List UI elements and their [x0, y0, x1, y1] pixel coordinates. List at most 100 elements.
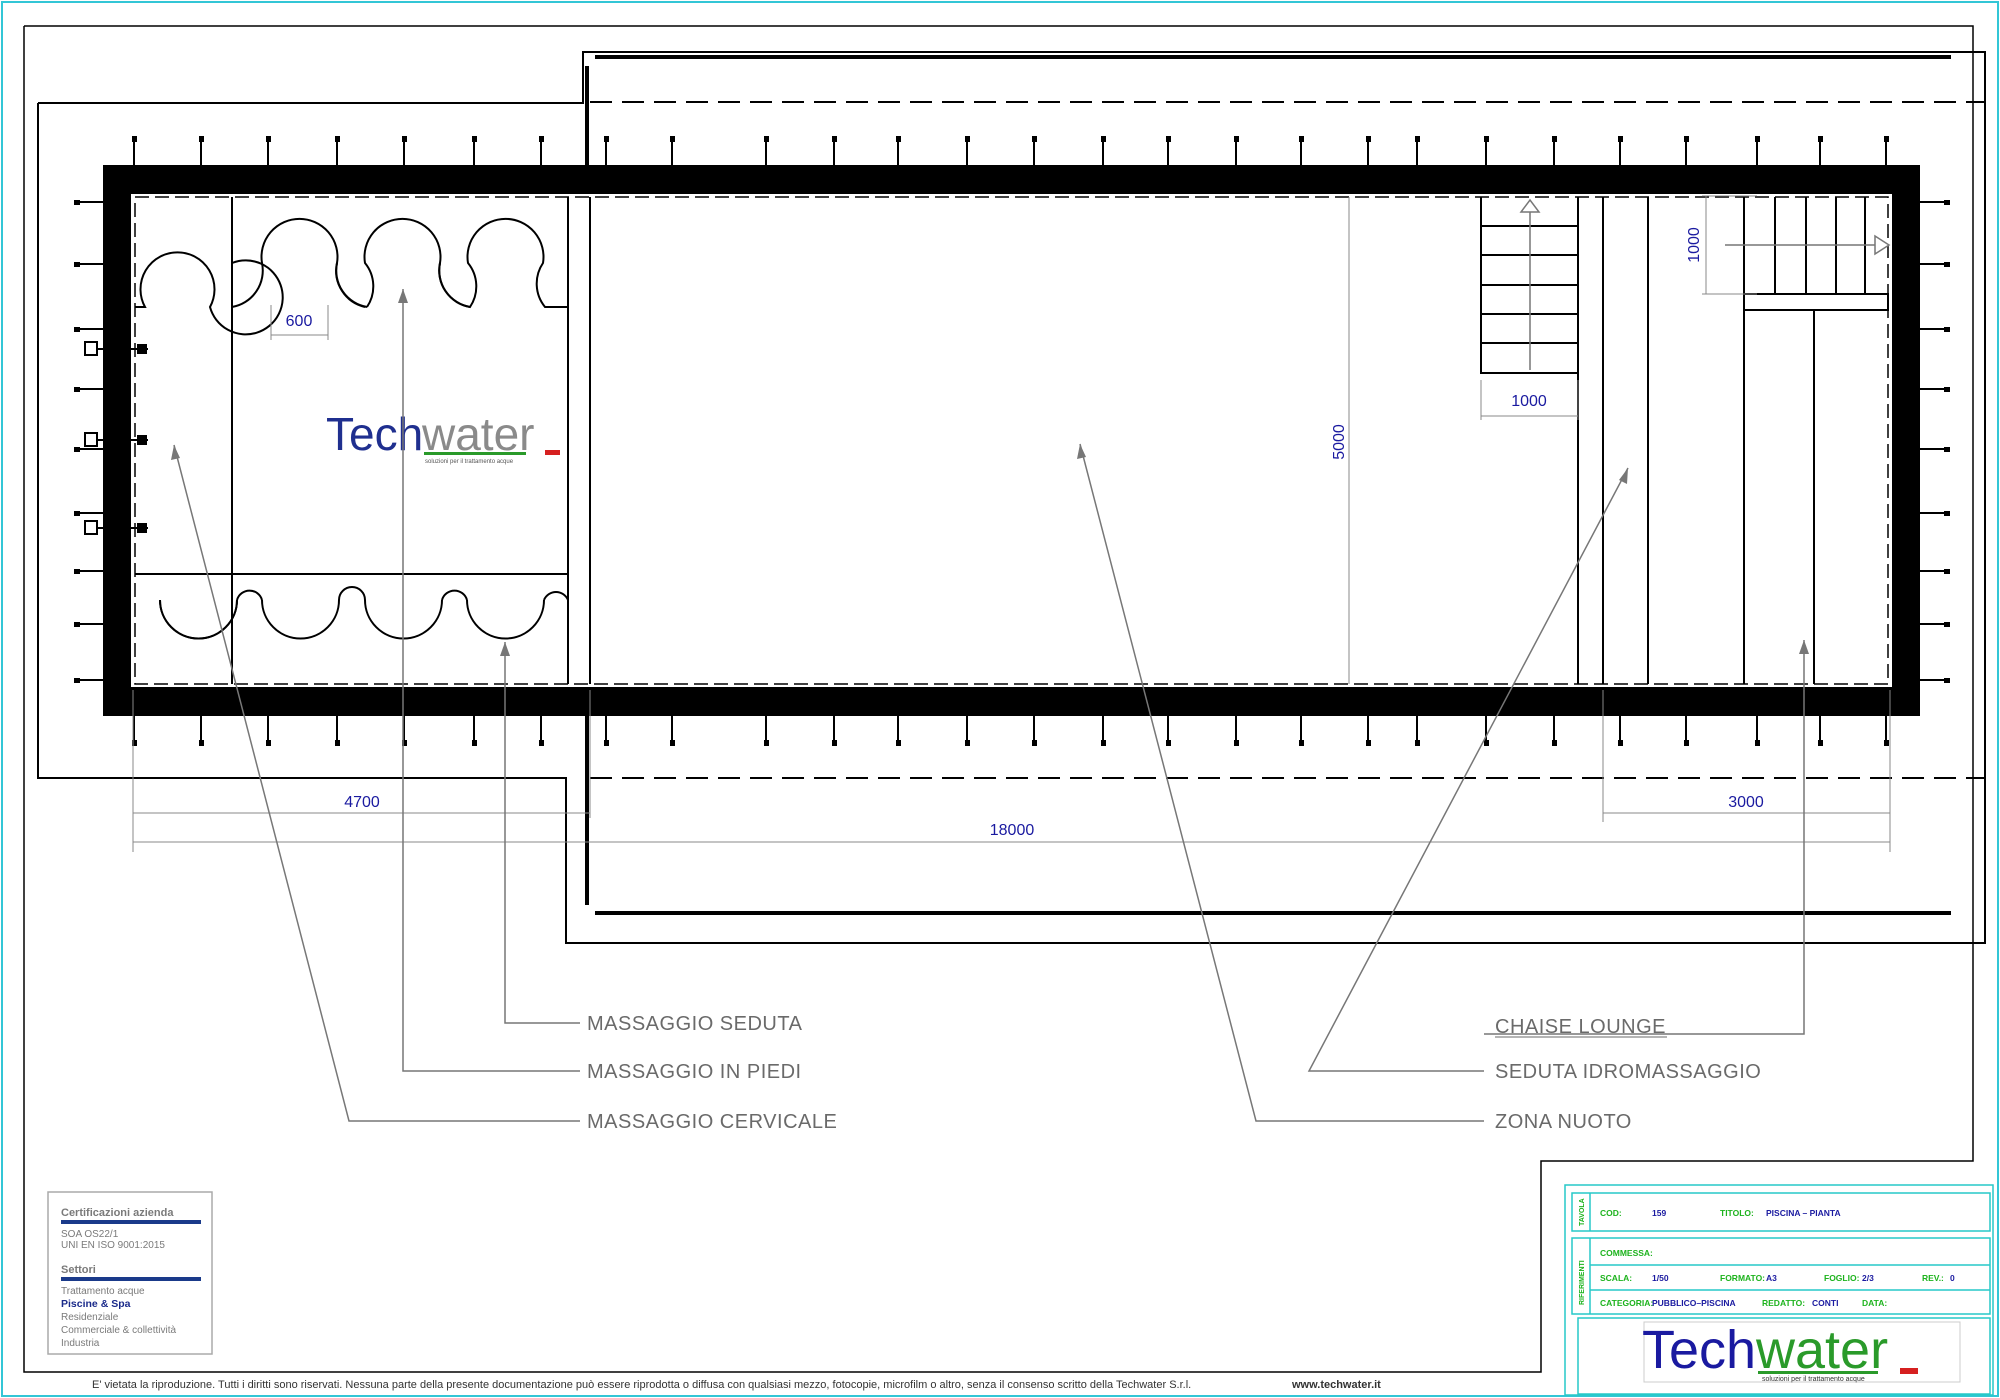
tb-rev-value: 0 [1950, 1273, 1955, 1283]
tb-scala-label: SCALA: [1600, 1273, 1632, 1283]
title-block-logo: Tech water soluzioni per il trattamento … [1642, 1320, 1961, 1383]
wall-tick-cap [1366, 740, 1371, 746]
wall-tick-cap [1944, 511, 1950, 516]
pool-plan-drawing: 600 1000 1000 5000 4700 18000 3000 Tech … [1, 1, 1999, 1397]
svg-text:Trattamento acque: Trattamento acque [61, 1286, 145, 1297]
wall-tick-cap [1415, 740, 1420, 746]
wall-tick-cap [74, 569, 80, 574]
svg-text:Commerciale & collettività: Commerciale & collettività [61, 1325, 176, 1336]
wall-tick-cap [1944, 678, 1950, 683]
svg-text:Certificazioni azienda: Certificazioni azienda [61, 1207, 174, 1219]
dim-600: 600 [286, 313, 313, 330]
certifications-box: Certificazioni azienda SOA OS22/1 UNI EN… [47, 1191, 213, 1355]
tb-foglio-value: 2/3 [1862, 1273, 1874, 1283]
wall-tick-cap [1552, 136, 1557, 142]
svg-text:Tech: Tech [326, 408, 423, 460]
tb-formato-label: FORMATO: [1720, 1273, 1765, 1283]
svg-text:Settori: Settori [61, 1264, 96, 1276]
tb-data-label: DATA: [1862, 1298, 1887, 1308]
wall-tick-cap [1884, 740, 1889, 746]
svg-text:soluzioni per il trattamento a: soluzioni per il trattamento acque [1762, 1376, 1865, 1383]
wall-tick-cap [1032, 136, 1037, 142]
tb-commessa-label: COMMESSA: [1600, 1248, 1653, 1258]
wall-tick-cap [472, 136, 477, 142]
wall-tick-cap [1166, 740, 1171, 746]
wall-tick-cap [896, 136, 901, 142]
wall-tick-cap [1944, 387, 1950, 392]
wall-tick-cap [832, 136, 837, 142]
tb-cod-label: COD: [1600, 1208, 1622, 1218]
tb-side-riferimenti: RIFERIMENTI [1579, 1260, 1586, 1305]
wall-tick-cap [1032, 740, 1037, 746]
wall-tick-cap [74, 678, 80, 683]
wall-tick-cap [472, 740, 477, 746]
wall-tick-cap [266, 740, 271, 746]
wall-tick-cap [1755, 136, 1760, 142]
wall-tick-cap [604, 136, 609, 142]
footer-website: www.techwater.it [1291, 1379, 1381, 1391]
wall-tick-cap [764, 136, 769, 142]
wall-tick-cap [1884, 136, 1889, 142]
wall-tick-cap [670, 136, 675, 142]
wall-tick-cap [74, 447, 80, 452]
wall-tick-cap [132, 136, 137, 142]
wall-tick-cap [1944, 447, 1950, 452]
wall-tick-cap [539, 136, 544, 142]
tb-categoria-value: PUBBLICO–PISCINA [1652, 1298, 1736, 1308]
tb-titolo-value: PISCINA – PIANTA [1766, 1208, 1841, 1218]
label-massaggio-seduta: MASSAGGIO SEDUTA [587, 1013, 803, 1035]
wall-tick-cap [266, 136, 271, 142]
wall-tick-cap [965, 740, 970, 746]
wall-tick-cap [1818, 740, 1823, 746]
wall-tick-cap [832, 740, 837, 746]
footer-disclaimer: E' vietata la riproduzione. Tutti i diri… [92, 1379, 1191, 1391]
wall-tick-cap [1484, 136, 1489, 142]
tb-side-tavola: TAVOLA [1579, 1198, 1586, 1226]
wall-tick-cap [1299, 136, 1304, 142]
tb-scala-value: 1/50 [1652, 1273, 1669, 1283]
svg-text:Tech: Tech [1642, 1320, 1756, 1380]
wall-tick-cap [1818, 136, 1823, 142]
label-seduta-idromassaggio: SEDUTA IDROMASSAGGIO [1495, 1061, 1761, 1083]
tb-titolo-label: TITOLO: [1720, 1208, 1754, 1218]
dim-18000: 18000 [990, 822, 1035, 839]
wall-tick-cap [74, 622, 80, 627]
wall-tick-cap [1944, 622, 1950, 627]
wall-tick-cap [74, 327, 80, 332]
wall-tick-cap [604, 740, 609, 746]
wall-tick-cap [764, 740, 769, 746]
dim-1000-vertical: 1000 [1686, 227, 1703, 263]
svg-text:Piscine & Spa: Piscine & Spa [61, 1298, 131, 1310]
tb-categoria-label: CATEGORIA: [1600, 1298, 1653, 1308]
tb-redatto-label: REDATTO: [1762, 1298, 1805, 1308]
wall-tick-cap [965, 136, 970, 142]
dim-1000-stair: 1000 [1511, 393, 1547, 410]
tb-cod-value: 159 [1652, 1208, 1666, 1218]
wall-tick-cap [74, 200, 80, 205]
svg-text:soluzioni per il trattamento a: soluzioni per il trattamento acque [425, 459, 514, 465]
wall-tick-cap [1166, 136, 1171, 142]
wall-tick-cap [1234, 136, 1239, 142]
wall-tick-cap [1684, 740, 1689, 746]
svg-text:Residenziale: Residenziale [61, 1312, 119, 1323]
wall-tick-cap [1944, 262, 1950, 267]
wall-tick-cap [199, 136, 204, 142]
wall-tick-cap [1484, 740, 1489, 746]
wall-tick-cap [74, 511, 80, 516]
wall-tick-cap [1618, 740, 1623, 746]
wall-tick-cap [1552, 740, 1557, 746]
dim-4700: 4700 [344, 794, 380, 811]
wall-tick-cap [1415, 136, 1420, 142]
logo-watermark: Tech water soluzioni per il trattamento … [326, 408, 560, 465]
wall-tick-cap [539, 740, 544, 746]
wall-tick-cap [335, 740, 340, 746]
wall-tick-cap [1684, 136, 1689, 142]
svg-text:Industria: Industria [61, 1338, 100, 1349]
wall-tick-cap [1101, 136, 1106, 142]
wall-tick-cap [896, 740, 901, 746]
wall-tick-cap [1366, 136, 1371, 142]
svg-text:UNI EN ISO 9001:2015: UNI EN ISO 9001:2015 [61, 1240, 165, 1251]
wall-tick-cap [1755, 740, 1760, 746]
label-massaggio-cervicale: MASSAGGIO CERVICALE [587, 1111, 837, 1133]
wall-tick-cap [1944, 327, 1950, 332]
